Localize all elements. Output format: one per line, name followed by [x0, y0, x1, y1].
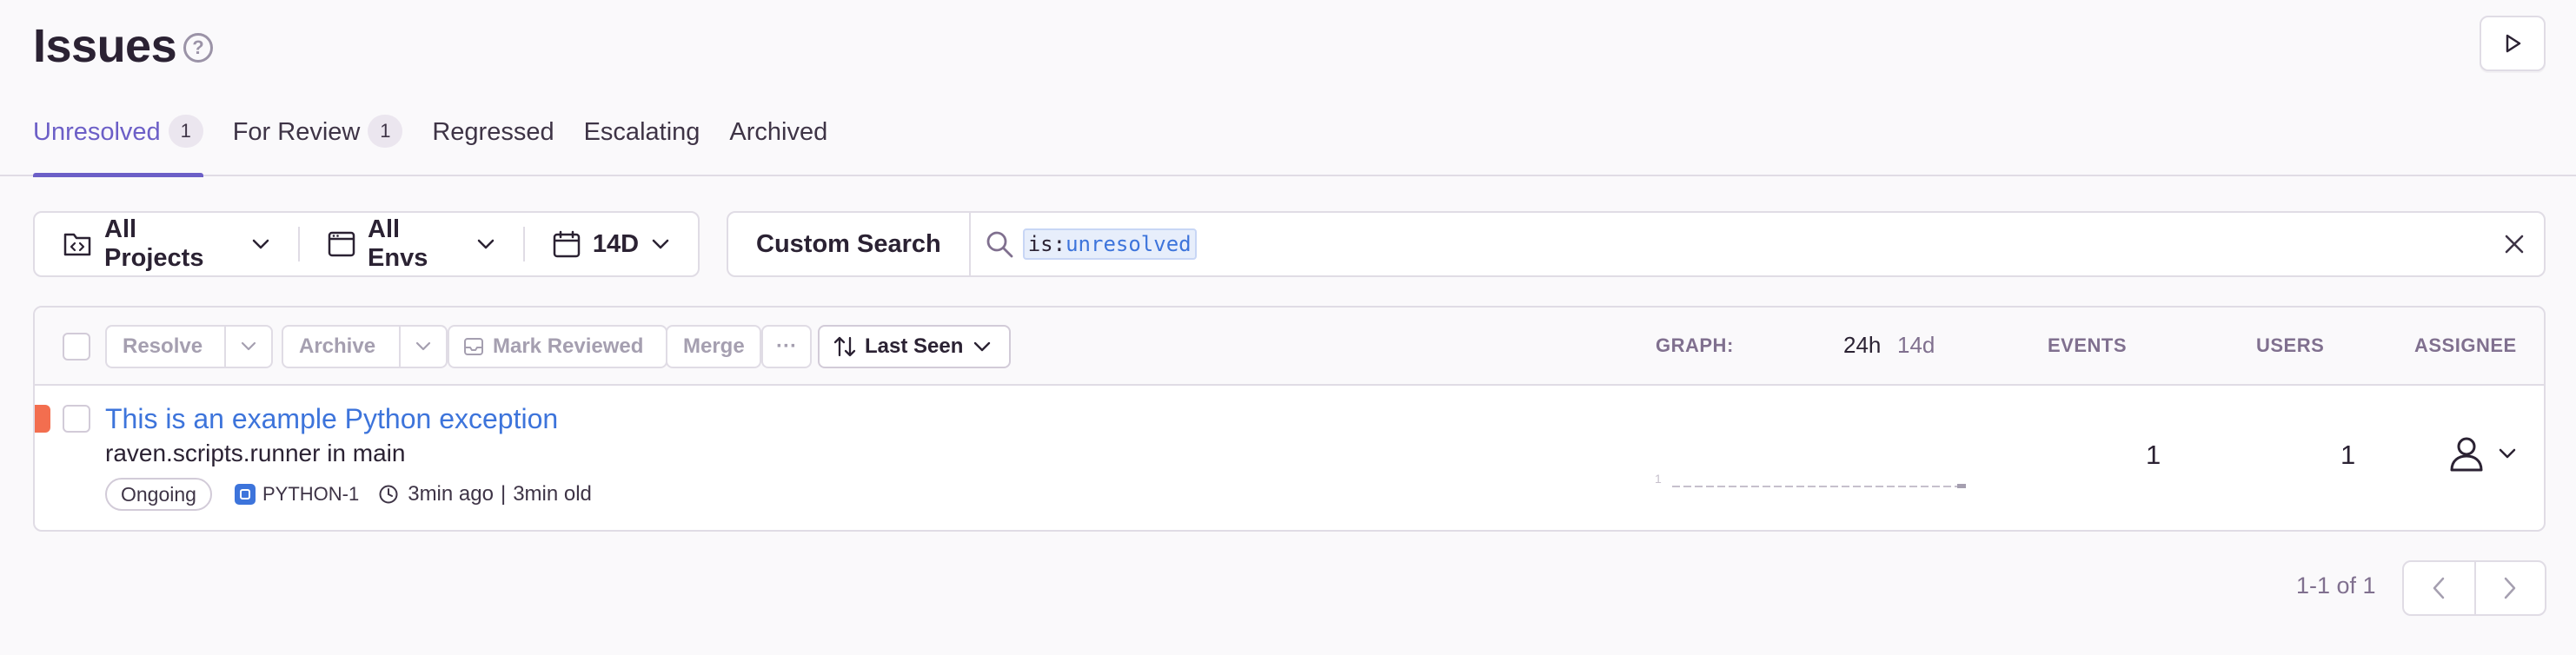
- inbox-icon: [464, 338, 483, 355]
- tab-label: Archived: [729, 118, 828, 146]
- chevron-right-icon: [2505, 577, 2516, 599]
- users-column-header: USERS: [2256, 334, 2325, 356]
- play-icon: [2506, 34, 2521, 53]
- meta-separator: |: [500, 482, 507, 506]
- next-page-button[interactable]: [2473, 562, 2545, 614]
- token-value: unresolved: [1066, 232, 1192, 256]
- table-row[interactable]: This is an example Python exception rave…: [35, 387, 2544, 530]
- project-filter-button[interactable]: All Projects: [35, 213, 298, 275]
- environment-filter-button[interactable]: All Envs: [300, 213, 523, 275]
- table-header: Resolve Archive Mark Reviewed Merge ··· …: [35, 308, 2544, 386]
- sparkline-bar: [1957, 484, 1966, 488]
- window-icon: [328, 231, 355, 257]
- assignee-selector[interactable]: [2447, 434, 2517, 473]
- archive-options-chevron-down-icon[interactable]: [399, 327, 446, 367]
- event-sparkline-chart: 1: [1655, 472, 1966, 488]
- issue-title-link[interactable]: This is an example Python exception: [105, 403, 558, 435]
- chevron-down-icon: [476, 238, 495, 250]
- status-badge: Ongoing: [105, 478, 212, 511]
- more-label: ···: [776, 334, 797, 358]
- issue-culprit: raven.scripts.runner in main: [105, 440, 406, 466]
- pagination-caption: 1-1 of 1: [2296, 572, 2376, 599]
- events-count: 1: [2146, 440, 2161, 470]
- date-filter-button[interactable]: 14D: [525, 213, 698, 275]
- tab-archived[interactable]: Archived: [729, 118, 827, 176]
- short-id-link[interactable]: PYTHON-1: [234, 483, 360, 506]
- more-actions-ellipsis-icon[interactable]: ···: [761, 325, 812, 368]
- chevron-down-icon: [974, 341, 991, 352]
- tab-label: Regressed: [432, 118, 554, 146]
- resolve-button[interactable]: Resolve: [107, 327, 224, 367]
- tab-for-review[interactable]: For Review 1: [232, 115, 403, 176]
- chevron-left-icon: [2433, 577, 2445, 599]
- page-title: Issues: [33, 20, 177, 72]
- assignee-column-header: ASSIGNEE: [2414, 334, 2517, 356]
- merge-button[interactable]: Merge: [666, 325, 761, 368]
- token-key: is:: [1027, 232, 1066, 256]
- tab-regressed[interactable]: Regressed: [432, 118, 554, 176]
- clock-icon: [378, 484, 399, 505]
- chevron-down-icon: [251, 238, 270, 250]
- tab-escalating[interactable]: Escalating: [584, 118, 700, 176]
- mark-reviewed-button[interactable]: Mark Reviewed: [448, 325, 667, 368]
- last-seen-time: 3min ago: [408, 482, 494, 506]
- archive-button[interactable]: Archive: [283, 327, 399, 367]
- graph-column-header: GRAPH:: [1656, 334, 1734, 356]
- chevron-down-icon: [651, 238, 670, 250]
- graph-period-14d[interactable]: 14d: [1897, 332, 1935, 359]
- clear-search-icon[interactable]: [2502, 232, 2526, 256]
- issue-checkbox[interactable]: [63, 405, 90, 433]
- date-filter-label: 14D: [592, 229, 640, 258]
- tab-label: For Review: [232, 118, 361, 146]
- graph-period-24h[interactable]: 24h: [1843, 332, 1881, 359]
- mark-reviewed-label: Mark Reviewed: [493, 334, 644, 358]
- users-count: 1: [2340, 440, 2356, 470]
- merge-label: Merge: [683, 334, 745, 358]
- search-icon: [985, 229, 1014, 259]
- archive-button-group: Archive: [282, 325, 448, 368]
- error-level-indicator: [35, 405, 50, 433]
- environment-filter-label: All Envs: [368, 215, 428, 272]
- project-icon: [63, 230, 92, 258]
- tab-unresolved[interactable]: Unresolved 1: [33, 115, 203, 177]
- search-query-token[interactable]: is:unresolved: [1022, 228, 1197, 260]
- chevron-down-icon: [2499, 448, 2516, 459]
- pagination: [2402, 560, 2546, 616]
- python-project-icon: [234, 484, 256, 505]
- select-all-checkbox[interactable]: [63, 333, 90, 361]
- project-filter-label: All Projects: [104, 215, 204, 272]
- issue-search-bar: Custom Search is:unresolved: [727, 211, 2546, 277]
- custom-search-button[interactable]: Custom Search: [728, 213, 971, 275]
- previous-page-button[interactable]: [2404, 562, 2474, 614]
- resolve-options-chevron-down-icon[interactable]: [224, 327, 271, 367]
- short-id-label: PYTHON-1: [262, 483, 360, 505]
- resolve-button-group: Resolve: [105, 325, 273, 368]
- issue-tabs: Unresolved 1 For Review 1 Regressed Esca…: [33, 115, 857, 177]
- sort-button[interactable]: Last Seen: [818, 325, 1011, 368]
- tab-label: Unresolved: [33, 118, 161, 146]
- tab-count-badge: 1: [368, 115, 403, 148]
- issues-table: Resolve Archive Mark Reviewed Merge ··· …: [33, 306, 2546, 532]
- issue-meta: Ongoing PYTHON-1 3min ago | 3min old: [105, 478, 592, 511]
- events-column-header: EVENTS: [2048, 334, 2128, 356]
- issues-page: Issues ? Unresolved 1 For Review 1 Regre…: [0, 0, 2576, 655]
- graph-max-label: 1: [1655, 472, 1662, 486]
- page-header: Issues ? Unresolved 1 For Review 1 Regre…: [0, 0, 2576, 177]
- replay-button[interactable]: [2480, 16, 2546, 71]
- question-circle-icon[interactable]: ?: [183, 33, 213, 63]
- user-icon: [2450, 437, 2483, 472]
- tab-label: Escalating: [583, 118, 700, 146]
- sort-arrows-icon: [833, 336, 856, 357]
- first-seen-time: 3min old: [513, 482, 592, 506]
- page-filter-bar: All Projects All Envs 14D: [33, 211, 700, 277]
- tab-count-badge: 1: [168, 115, 203, 148]
- calendar-icon: [553, 230, 581, 258]
- sort-label: Last Seen: [865, 334, 964, 358]
